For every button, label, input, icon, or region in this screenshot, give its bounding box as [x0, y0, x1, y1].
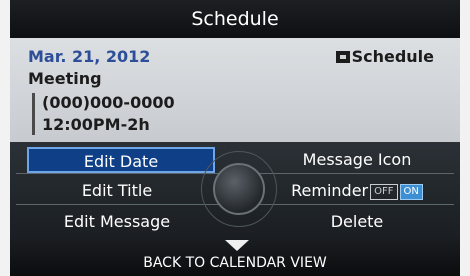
edit-message-button[interactable]: Edit Message: [24, 208, 210, 236]
message-divider: [32, 93, 35, 135]
edit-title-button[interactable]: Edit Title: [24, 177, 210, 205]
delete-button[interactable]: Delete: [268, 208, 446, 236]
entry-phone: (000)000-0000: [42, 93, 175, 112]
screen-title: Schedule: [10, 0, 460, 38]
reminder-label: Reminder: [291, 181, 369, 200]
schedule-tag-label: Schedule: [351, 47, 434, 66]
schedule-info-panel: Mar. 21, 2012 Schedule Meeting (000)000-…: [10, 38, 460, 142]
entry-time: 12:00PM-2h: [42, 115, 150, 134]
schedule-icon: [335, 50, 350, 63]
edit-date-button[interactable]: Edit Date: [27, 147, 215, 173]
entry-event-title: Meeting: [28, 69, 102, 88]
schedule-tag: Schedule: [335, 47, 434, 66]
reminder-button[interactable]: Reminder OFF ON: [268, 177, 446, 205]
reminder-off-toggle[interactable]: OFF: [370, 184, 398, 200]
navigation-screen: Schedule Mar. 21, 2012 Schedule Meeting …: [10, 0, 460, 276]
interface-dial-knob: [213, 163, 265, 215]
reminder-on-toggle[interactable]: ON: [399, 184, 423, 200]
message-icon-button[interactable]: Message Icon: [268, 146, 446, 174]
down-arrow-icon: [225, 240, 249, 251]
entry-date: Mar. 21, 2012: [28, 47, 151, 66]
